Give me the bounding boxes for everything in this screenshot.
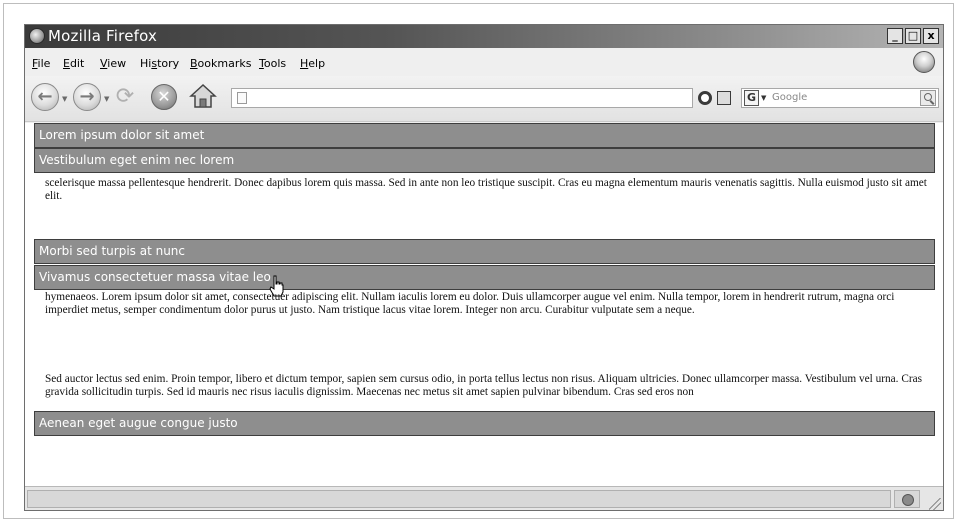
forward-history-dropdown-icon[interactable]: ▼ bbox=[104, 95, 109, 103]
maximize-button[interactable]: □ bbox=[905, 28, 921, 44]
window-controls: _ □ x bbox=[887, 28, 939, 44]
window-title: Mozilla Firefox bbox=[48, 27, 158, 45]
accordion-header-aenean[interactable]: Aenean eget augue congue justo bbox=[34, 411, 935, 436]
home-button[interactable] bbox=[189, 82, 217, 110]
throbber-icon bbox=[913, 51, 935, 73]
status-text bbox=[27, 490, 891, 508]
browser-window: Mozilla Firefox _ □ x File Edit View His… bbox=[24, 24, 944, 511]
page-content: Lorem ipsum dolor sit amet Vestibulum eg… bbox=[25, 123, 943, 486]
menu-bar: File Edit View History Bookmarks Tools H… bbox=[25, 48, 943, 76]
search-icon[interactable] bbox=[920, 90, 936, 106]
security-status-icon bbox=[894, 490, 920, 508]
title-bar: Mozilla Firefox _ □ x bbox=[25, 25, 943, 48]
url-bar[interactable] bbox=[231, 88, 693, 108]
accordion-panel-vivamus: hymenaeos. Lorem ipsum dolor sit amet, c… bbox=[45, 291, 927, 411]
menu-edit[interactable]: Edit bbox=[63, 57, 84, 70]
close-button[interactable]: x bbox=[923, 28, 939, 44]
accordion-header-lorem[interactable]: Lorem ipsum dolor sit amet bbox=[34, 123, 935, 148]
accordion-header-morbi[interactable]: Morbi sed turpis at nunc bbox=[34, 239, 935, 264]
go-icon[interactable] bbox=[698, 91, 712, 105]
navigation-toolbar: ← ▼ → ▼ ⟳ ✕ G ▼ Google bbox=[25, 76, 943, 122]
menu-history[interactable]: History bbox=[140, 57, 179, 70]
menu-view[interactable]: View bbox=[100, 57, 126, 70]
page-icon bbox=[237, 92, 247, 104]
home-icon bbox=[189, 83, 217, 108]
accordion-header-vivamus[interactable]: Vivamus consectetuer massa vitae leo bbox=[34, 265, 935, 290]
panel-text: scelerisque massa pellentesque hendrerit… bbox=[45, 177, 927, 202]
firefox-logo-icon bbox=[29, 28, 45, 44]
stop-button[interactable]: ✕ bbox=[151, 84, 177, 110]
back-button[interactable]: ← bbox=[31, 83, 59, 111]
status-bar bbox=[25, 486, 943, 510]
reload-button[interactable]: ⟳ bbox=[113, 85, 137, 109]
search-engine-icon[interactable]: G bbox=[744, 90, 759, 106]
forward-button[interactable]: → bbox=[73, 83, 101, 111]
search-box[interactable]: G ▼ Google bbox=[741, 88, 939, 108]
minimize-button[interactable]: _ bbox=[887, 28, 903, 44]
panel-text: hymenaeos. Lorem ipsum dolor sit amet, c… bbox=[45, 291, 895, 316]
menu-tools[interactable]: Tools bbox=[259, 57, 286, 70]
menu-bookmarks[interactable]: Bookmarks bbox=[190, 57, 251, 70]
back-history-dropdown-icon[interactable]: ▼ bbox=[62, 95, 67, 103]
menu-help[interactable]: Help bbox=[300, 57, 325, 70]
search-input[interactable]: Google bbox=[772, 92, 807, 103]
feed-icon[interactable] bbox=[717, 91, 731, 105]
accordion-panel-vestibulum: scelerisque massa pellentesque hendrerit… bbox=[45, 174, 927, 213]
panel-text: Sed auctor lectus sed enim. Proin tempor… bbox=[45, 373, 923, 398]
resize-grip-icon[interactable] bbox=[929, 498, 941, 510]
menu-file[interactable]: File bbox=[32, 57, 50, 70]
search-engine-dropdown-icon[interactable]: ▼ bbox=[761, 94, 766, 102]
accordion-header-vestibulum[interactable]: Vestibulum eget enim nec lorem bbox=[34, 148, 935, 173]
